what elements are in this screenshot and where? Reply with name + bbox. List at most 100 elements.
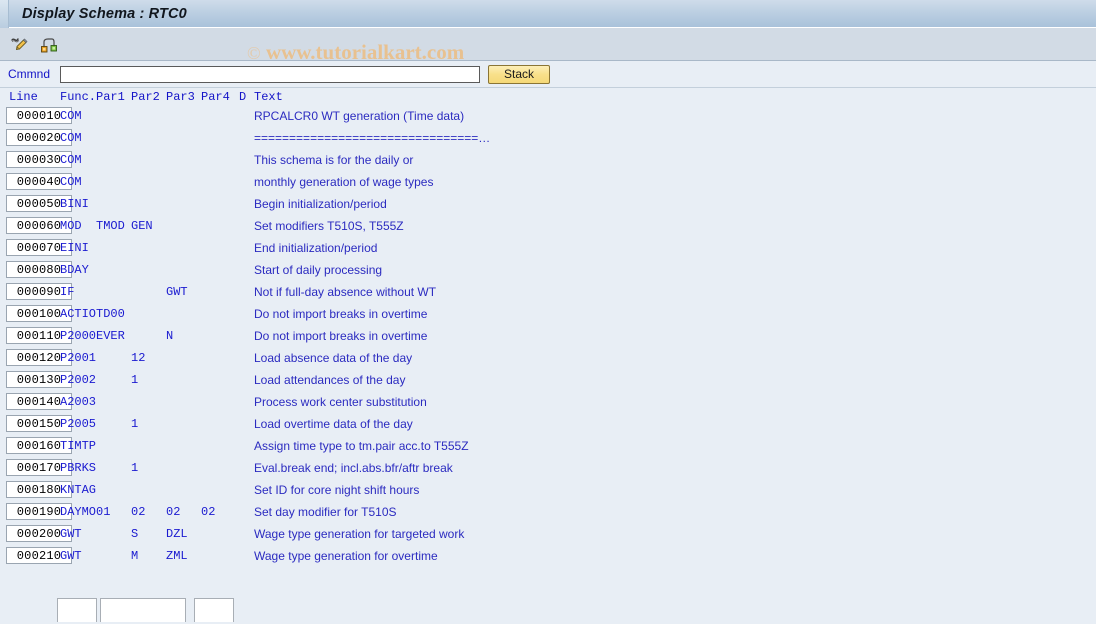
column-header-par4: Par4 (201, 90, 230, 104)
schema-cell-func[interactable]: GWT (60, 527, 82, 541)
schema-cell-par1[interactable]: EVER (96, 329, 125, 343)
pencil-check-icon[interactable] (8, 33, 30, 55)
column-header-line: Line (9, 90, 38, 104)
schema-cell-func[interactable]: GWT (60, 549, 82, 563)
table-row[interactable]: 000060 MOD TMOD GEN Set modifiers T510S, T55… (0, 215, 1096, 237)
table-row[interactable]: 000160 TIMTP Assign time type to tm.pair a… (0, 435, 1096, 457)
command-input[interactable] (60, 65, 480, 83)
schema-cell-text: Load overtime data of the day (254, 417, 413, 431)
schema-cell-func[interactable]: P2002 (60, 373, 96, 387)
schema-cell-func[interactable]: COM (60, 131, 82, 145)
table-row[interactable]: 000200 GWT S DZL Wage type generation for ta… (0, 523, 1096, 545)
stack-button[interactable]: Stack (488, 64, 550, 84)
schema-cell-par3[interactable]: GWT (166, 285, 188, 299)
schema-cell-par2[interactable]: 12 (131, 351, 145, 365)
schema-cell-text: Do not import breaks in overtime (254, 329, 428, 343)
schema-cell-text: Set modifiers T510S, T555Z (254, 219, 404, 233)
schema-cell-text: Not if full-day absence without WT (254, 285, 437, 299)
bottom-input-stub-2[interactable] (100, 598, 186, 622)
schema-cell-func[interactable]: DAYMO (60, 505, 96, 519)
schema-cell-text: ================================… (254, 131, 491, 145)
column-header-d: D (239, 90, 247, 104)
schema-cell-text: Process work center substitution (254, 395, 427, 409)
schema-cell-par1[interactable]: 01 (96, 505, 110, 519)
schema-cell-par3[interactable]: DZL (166, 527, 188, 541)
column-header-par3: Par3 (166, 90, 195, 104)
schema-cell-par1[interactable]: TD00 (96, 307, 125, 321)
table-row[interactable]: 000190 DAYMO 01 02 02 02 Set day modifier for … (0, 501, 1096, 523)
schema-cell-func[interactable]: P2005 (60, 417, 96, 431)
command-bar: Cmmnd Stack (0, 61, 1096, 88)
table-row[interactable]: 000030 COM This schema is for the daily or (0, 149, 1096, 171)
schema-cell-text: RPCALCR0 WT generation (Time data) (254, 109, 465, 123)
table-column-headers: Line Func. Par1 Par2 Par3 Par4 D Text (0, 88, 1096, 105)
schema-hierarchy-icon[interactable] (38, 33, 60, 55)
bottom-input-stub-1[interactable] (57, 598, 97, 622)
schema-cell-par3[interactable]: 02 (166, 505, 180, 519)
schema-cell-func[interactable]: MOD (60, 219, 82, 233)
table-row[interactable]: 000100 ACTIO TD00 Do not import breaks in o… (0, 303, 1096, 325)
table-row[interactable]: 000080 BDAY Start of daily processing (0, 259, 1096, 281)
bottom-input-stub-3[interactable] (194, 598, 234, 622)
schema-cell-func[interactable]: P2000 (60, 329, 96, 343)
window-title-bar: Display Schema : RTC0 (0, 0, 1096, 28)
schema-cell-par2[interactable]: S (131, 527, 138, 541)
schema-cell-func[interactable]: BINI (60, 197, 89, 211)
table-row[interactable]: 000010 COM RPCALCR0 WT generation (Time da… (0, 105, 1096, 127)
table-row[interactable]: 000120 P2001 12 Load absence data of the da… (0, 347, 1096, 369)
schema-cell-func[interactable]: P2001 (60, 351, 96, 365)
schema-cell-par2[interactable]: GEN (131, 219, 153, 233)
schema-cell-func[interactable]: IF (60, 285, 74, 299)
schema-cell-text: Wage type generation for overtime (254, 549, 438, 563)
schema-cell-par1[interactable]: TMOD (96, 219, 125, 233)
schema-cell-text: Eval.break end; incl.abs.bfr/aftr break (254, 461, 453, 475)
application-toolbar (0, 28, 1096, 61)
schema-cell-text: Set day modifier for T510S (254, 505, 397, 519)
schema-cell-par2[interactable]: 02 (131, 505, 145, 519)
schema-cell-par2[interactable]: 1 (131, 373, 138, 387)
schema-cell-par2[interactable]: M (131, 549, 138, 563)
schema-cell-par3[interactable]: N (166, 329, 173, 343)
schema-cell-func[interactable]: COM (60, 175, 82, 189)
table-row[interactable]: 000180 KNTAG Set ID for core night shift h… (0, 479, 1096, 501)
schema-cell-par2[interactable]: 1 (131, 461, 138, 475)
table-row[interactable]: 000130 P2002 1 Load attendances of the day (0, 369, 1096, 391)
schema-cell-func[interactable]: COM (60, 109, 82, 123)
schema-cell-func[interactable]: KNTAG (60, 483, 96, 497)
schema-cell-text: monthly generation of wage types (254, 175, 434, 189)
schema-cell-func[interactable]: PBRKS (60, 461, 96, 475)
table-row[interactable]: 000170 PBRKS 1 Eval.break end; incl.abs.bfr… (0, 457, 1096, 479)
table-row[interactable]: 000210 GWT M ZML Wage type generation for ov… (0, 545, 1096, 567)
schema-cell-func[interactable]: ACTIO (60, 307, 96, 321)
bottom-field-stubs (0, 598, 1096, 624)
table-row[interactable]: 000070 EINI End initialization/period (0, 237, 1096, 259)
column-header-text: Text (254, 90, 283, 104)
column-header-func: Func. (60, 90, 97, 104)
schema-cell-text: Load absence data of the day (254, 351, 413, 365)
schema-cell-text: This schema is for the daily or (254, 153, 414, 167)
table-row[interactable]: 000150 P2005 1 Load overtime data of the da… (0, 413, 1096, 435)
table-row[interactable]: 000140 A2003 Process work center substitut… (0, 391, 1096, 413)
schema-cell-func[interactable]: EINI (60, 241, 89, 255)
schema-cell-func[interactable]: BDAY (60, 263, 89, 277)
schema-cell-par2[interactable]: 1 (131, 417, 138, 431)
table-row[interactable]: 000040 COM monthly generation of wage type… (0, 171, 1096, 193)
schema-cell-text: Load attendances of the day (254, 373, 406, 387)
schema-cell-text: Wage type generation for targeted work (254, 527, 465, 541)
schema-cell-func[interactable]: A2003 (60, 395, 96, 409)
schema-cell-text: Start of daily processing (254, 263, 383, 277)
schema-cell-par4[interactable]: 02 (201, 505, 215, 519)
sap-gui-window: Display Schema : RTC0 © www.tutorialkart… (0, 0, 1096, 624)
table-row[interactable]: 000050 BINI Begin initialization/period (0, 193, 1096, 215)
schema-cell-par3[interactable]: ZML (166, 549, 188, 563)
schema-table: Line Func. Par1 Par2 Par3 Par4 D Text 00… (0, 88, 1096, 600)
command-field-label: Cmmnd (8, 67, 51, 81)
schema-cell-func[interactable]: COM (60, 153, 82, 167)
table-row[interactable]: 000090 IF GWT Not if full-day absence witho… (0, 281, 1096, 303)
table-row[interactable]: 000110 P2000 EVER N Do not import breaks in … (0, 325, 1096, 347)
schema-cell-text: Assign time type to tm.pair acc.to T555Z (254, 439, 469, 453)
schema-cell-text: End initialization/period (254, 241, 378, 255)
schema-cell-func[interactable]: TIMTP (60, 439, 96, 453)
column-header-par2: Par2 (131, 90, 160, 104)
table-row[interactable]: 000020 COM ===============================… (0, 127, 1096, 149)
